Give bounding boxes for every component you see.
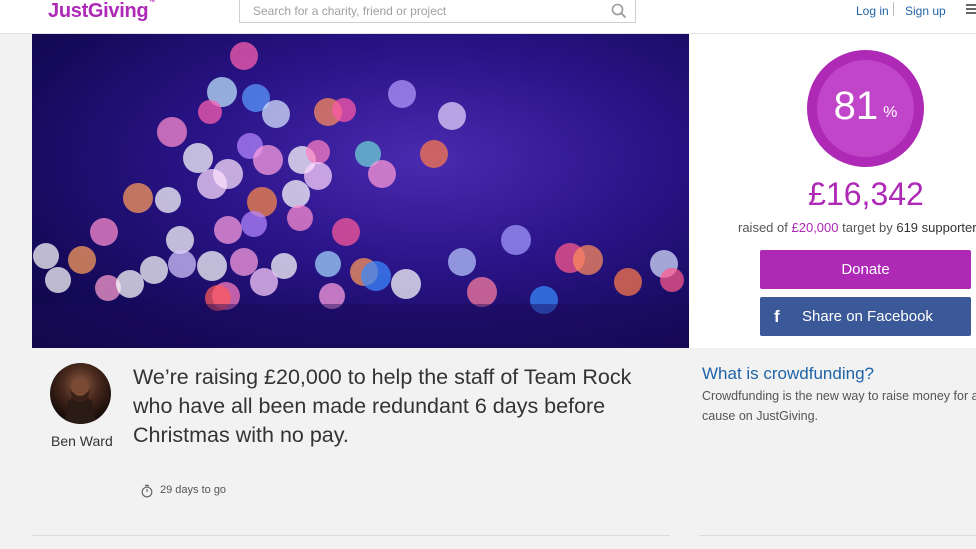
timer-icon	[141, 484, 153, 498]
bokeh-lights-image	[32, 42, 689, 348]
crowdfunding-description: Crowdfunding is the new way to raise mon…	[702, 389, 976, 423]
bokeh-light	[332, 98, 356, 122]
days-left: 29 days to go	[160, 484, 227, 496]
facebook-icon: f	[774, 307, 780, 326]
hero-image	[32, 34, 689, 348]
bokeh-light	[140, 256, 168, 284]
donate-button[interactable]: Donate	[760, 250, 971, 289]
crowdfunding-title[interactable]: What is crowdfunding?	[702, 364, 874, 384]
bokeh-light	[198, 100, 222, 124]
bokeh-light	[361, 261, 391, 291]
bokeh-light	[253, 145, 283, 175]
bokeh-light	[214, 216, 242, 244]
bokeh-light	[183, 143, 213, 173]
campaign-headline: We’re raising £20,000 to help the staff …	[133, 365, 632, 447]
bokeh-light	[90, 218, 118, 246]
search-icon[interactable]	[611, 3, 627, 19]
bokeh-light	[33, 243, 59, 269]
bokeh-light	[467, 277, 497, 307]
bokeh-light	[250, 268, 278, 296]
bokeh-light	[168, 250, 196, 278]
share-facebook-label: Share on Facebook	[802, 308, 933, 325]
hero-floor-reflection	[32, 304, 689, 348]
bokeh-light	[332, 218, 360, 246]
bokeh-light	[262, 100, 290, 128]
raised-amount: £16,342	[808, 176, 924, 212]
bokeh-light	[45, 267, 71, 293]
bokeh-light	[306, 140, 330, 164]
bokeh-light	[391, 269, 421, 299]
bokeh-light	[197, 169, 227, 199]
progress-percent: 81%	[833, 84, 898, 128]
bokeh-light	[368, 160, 396, 188]
bokeh-light	[157, 117, 187, 147]
bokeh-light	[287, 205, 313, 231]
bokeh-light	[155, 187, 181, 213]
bokeh-light	[116, 270, 144, 298]
share-facebook-button[interactable]: f Share on Facebook	[760, 297, 971, 336]
bokeh-light	[614, 268, 642, 296]
bokeh-light	[68, 246, 96, 274]
login-link[interactable]: Log in	[856, 4, 889, 18]
owner-avatar[interactable]	[50, 363, 111, 424]
bokeh-light	[230, 42, 258, 70]
menu-icon[interactable]	[966, 4, 976, 15]
owner-name[interactable]: Ben Ward	[51, 433, 113, 449]
top-bar: JustGiving™ Search for a charity, friend…	[0, 0, 976, 34]
supporters-count: 619	[896, 220, 919, 235]
divider	[699, 535, 976, 536]
divider	[32, 535, 670, 536]
raised-summary: raised of £20,000 target by 619 supporte…	[738, 220, 976, 235]
bokeh-light	[197, 251, 227, 281]
supporters-label: supporters	[921, 220, 976, 235]
bokeh-light	[660, 268, 684, 292]
bokeh-light	[230, 248, 258, 276]
nav-divider	[893, 2, 894, 16]
target-amount: £20,000	[791, 220, 839, 235]
bokeh-light	[573, 245, 603, 275]
bokeh-light	[282, 180, 310, 208]
bokeh-light	[315, 251, 341, 277]
bokeh-light	[501, 225, 531, 255]
bokeh-light	[123, 183, 153, 213]
bokeh-light	[388, 80, 416, 108]
bokeh-light	[448, 248, 476, 276]
signup-link[interactable]: Sign up	[905, 4, 946, 18]
bokeh-light	[438, 102, 466, 130]
bokeh-light	[420, 140, 448, 168]
search-placeholder: Search for a charity, friend or project	[253, 4, 447, 18]
justgiving-logo[interactable]: JustGiving™	[48, 0, 155, 23]
bokeh-light	[304, 162, 332, 190]
search-input[interactable]: Search for a charity, friend or project	[239, 0, 636, 23]
bokeh-light	[241, 211, 267, 237]
bokeh-light	[166, 226, 194, 254]
